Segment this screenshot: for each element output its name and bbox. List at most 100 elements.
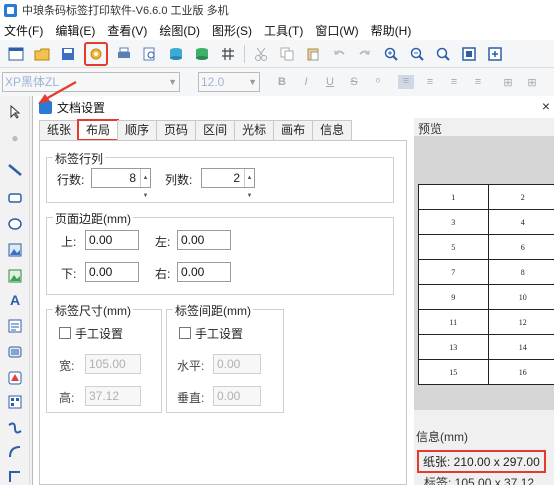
menu-file[interactable]: 文件(F): [4, 22, 43, 39]
gap-horizontal-input[interactable]: 0.00: [213, 354, 261, 374]
align-left-icon[interactable]: ≡: [398, 75, 414, 89]
preview-cell: 14: [487, 334, 554, 360]
cut-icon[interactable]: [251, 44, 271, 64]
database-icon[interactable]: [166, 44, 186, 64]
rows-value: 8: [129, 171, 136, 185]
rectangle-tool-icon[interactable]: [7, 190, 23, 206]
menu-window[interactable]: 窗口(W): [315, 22, 358, 39]
cols-stepper[interactable]: 2 ▲ ▼: [201, 168, 255, 199]
shape-tool-icon[interactable]: [7, 370, 23, 386]
preview-label: 预览: [418, 122, 443, 136]
menu-help[interactable]: 帮助(H): [371, 22, 412, 39]
preview-cell: 11: [418, 309, 489, 335]
margin-top-input[interactable]: 0.00: [85, 230, 139, 250]
menu-edit[interactable]: 编辑(E): [55, 22, 95, 39]
grid-icon[interactable]: [218, 44, 238, 64]
pan-tool-icon[interactable]: ●: [7, 130, 23, 146]
rows-label: 行数:: [57, 173, 85, 187]
document-settings-dialog: 文档设置 × 纸张 布局 顺序 页码 区间 光标 画布 信息 标签行列 行数: …: [32, 96, 554, 485]
tab-canvas[interactable]: 画布: [273, 120, 314, 140]
stepper-arrows-icon[interactable]: ▲ ▼: [140, 169, 150, 199]
menu-draw[interactable]: 绘图(D): [159, 22, 200, 39]
zoom-actual-icon[interactable]: [485, 44, 505, 64]
menu-view[interactable]: 查看(V): [107, 22, 147, 39]
label-gap-legend: 标签间距(mm): [173, 302, 253, 319]
gap-vertical-input[interactable]: 0.00: [213, 386, 261, 406]
margin-bottom-input[interactable]: 0.00: [85, 262, 139, 282]
gap-vertical-label: 垂直:: [177, 391, 205, 405]
copy-icon[interactable]: [277, 44, 297, 64]
menu-shape[interactable]: 图形(S): [212, 22, 252, 39]
curve-tool-icon[interactable]: [7, 420, 23, 436]
barcode-tool-icon[interactable]: [7, 344, 23, 360]
text-tool-icon[interactable]: A: [7, 292, 23, 308]
strikethrough-button[interactable]: S: [346, 76, 362, 88]
font-family-select[interactable]: XP黑体ZL ▼: [2, 72, 180, 92]
tab-page-number[interactable]: 页码: [156, 120, 197, 140]
stepper-arrows-icon[interactable]: ▲ ▼: [244, 169, 254, 199]
distribute-horizontal-icon[interactable]: ⊞: [500, 76, 516, 89]
undo-icon[interactable]: [329, 44, 349, 64]
tab-layout[interactable]: 布局: [77, 119, 120, 141]
redo-icon[interactable]: [355, 44, 375, 64]
document-settings-icon[interactable]: [84, 41, 108, 66]
label-width-label: 宽:: [59, 359, 75, 373]
menu-bar: 文件(F) 编辑(E) 查看(V) 绘图(D) 图形(S) 工具(T) 窗口(W…: [0, 20, 554, 40]
close-icon[interactable]: ×: [542, 98, 550, 114]
superscript-button[interactable]: ⁰: [370, 76, 386, 89]
page-margins-legend: 页面边距(mm): [53, 210, 133, 227]
zoom-page-icon[interactable]: [459, 44, 479, 64]
align-center-icon[interactable]: ≡: [422, 76, 438, 88]
align-right-icon[interactable]: ≡: [446, 76, 462, 88]
info-paper-size: 纸张: 210.00 x 297.00: [417, 450, 546, 473]
tab-order[interactable]: 顺序: [117, 120, 158, 140]
rows-cols-group: 标签行列 行数: 8 ▲ ▼ 列数: 2 ▲ ▼: [46, 150, 394, 203]
tab-cursor[interactable]: 光标: [234, 120, 275, 140]
paragraph-tool-icon[interactable]: [7, 318, 23, 334]
ellipse-tool-icon[interactable]: [7, 216, 23, 232]
bold-button[interactable]: B: [274, 76, 290, 88]
picture-tool-icon[interactable]: [7, 268, 23, 284]
open-icon[interactable]: [32, 44, 52, 64]
dialog-title-bar: 文档设置 ×: [33, 96, 554, 118]
italic-button[interactable]: I: [298, 76, 314, 88]
margin-right-input[interactable]: 0.00: [177, 262, 231, 282]
line-tool-icon[interactable]: [7, 162, 23, 178]
polyline-tool-icon[interactable]: [7, 468, 23, 484]
distribute-vertical-icon[interactable]: ⊞: [524, 76, 540, 89]
tab-info[interactable]: 信息: [312, 120, 353, 140]
image-tool-icon[interactable]: [7, 242, 23, 258]
print-icon[interactable]: [114, 44, 134, 64]
preview-cell: 10: [487, 284, 554, 310]
preview-cell: 2: [487, 184, 554, 210]
arc-tool-icon[interactable]: [7, 444, 23, 460]
label-size-group: 标签尺寸(mm) 手工设置 宽: 105.00 高: 37.12: [46, 302, 162, 413]
database-settings-icon[interactable]: [192, 44, 212, 64]
rows-stepper[interactable]: 8 ▲ ▼: [91, 168, 151, 199]
print-preview-icon[interactable]: [140, 44, 160, 64]
cols-label: 列数:: [165, 173, 193, 187]
align-justify-icon[interactable]: ≡: [470, 76, 486, 88]
tab-paper[interactable]: 纸张: [39, 120, 80, 140]
menu-tools[interactable]: 工具(T): [264, 22, 303, 39]
select-pointer-icon[interactable]: [7, 104, 23, 120]
zoom-fit-icon[interactable]: [433, 44, 453, 64]
cols-value: 2: [233, 171, 240, 185]
font-size-select[interactable]: 12.0 ▼: [198, 72, 260, 92]
label-width-input[interactable]: 105.00: [85, 354, 141, 374]
underline-button[interactable]: U: [322, 76, 338, 88]
margin-top-label: 上:: [61, 235, 77, 249]
qrcode-tool-icon[interactable]: [7, 394, 23, 410]
font-size-value: 12.0: [201, 75, 225, 89]
zoom-in-icon[interactable]: [381, 44, 401, 64]
label-size-manual-checkbox[interactable]: [59, 327, 71, 339]
tab-range[interactable]: 区间: [195, 120, 236, 140]
paste-icon[interactable]: [303, 44, 323, 64]
preview-sheet: 12 34 56 78 9 10 11 12 13 14 15 16: [418, 184, 554, 385]
save-icon[interactable]: [58, 44, 78, 64]
label-height-input[interactable]: 37.12: [85, 386, 141, 406]
label-gap-manual-checkbox[interactable]: [179, 327, 191, 339]
new-icon[interactable]: [6, 44, 26, 64]
margin-left-input[interactable]: 0.00: [177, 230, 231, 250]
zoom-out-icon[interactable]: [407, 44, 427, 64]
